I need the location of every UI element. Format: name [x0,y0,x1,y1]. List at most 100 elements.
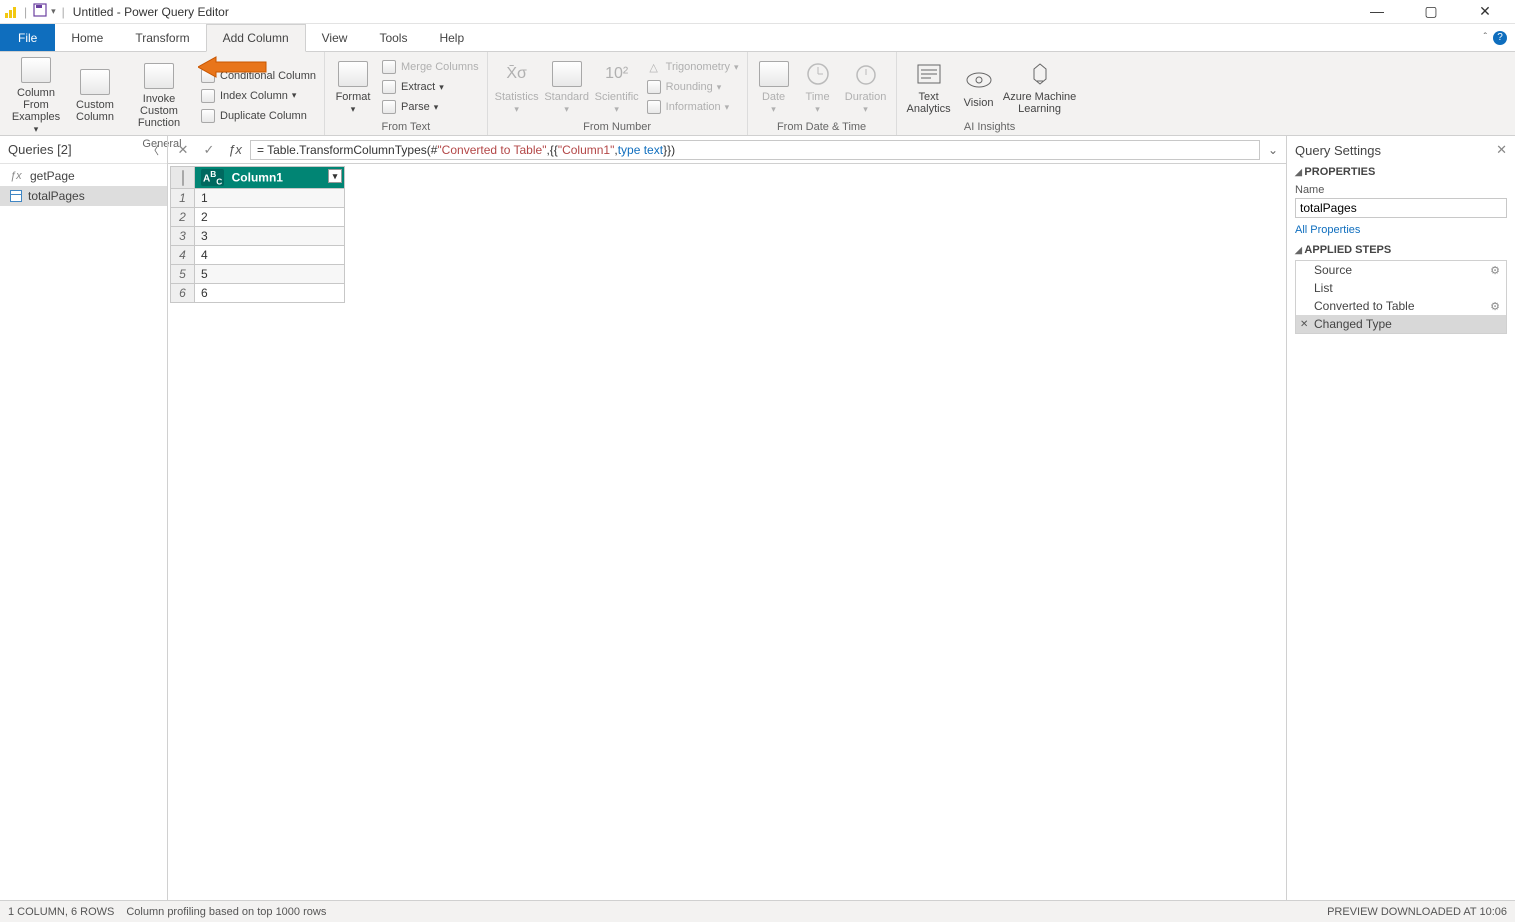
query-item-label: totalPages [28,189,85,203]
status-bar: 1 COLUMN, 6 ROWS Column profiling based … [0,900,1515,922]
index-column-button[interactable]: Index Column [198,87,318,105]
format-button[interactable]: Format ▾ [329,58,377,117]
data-table: ABC Column1 ▾ 112233445566 [170,166,345,303]
cell[interactable]: 6 [195,284,345,303]
parse-button[interactable]: Parse [379,98,481,116]
applied-step[interactable]: Converted to Table⚙ [1296,297,1506,315]
ribbon-group-from-date-time-label: From Date & Time [752,120,892,135]
tab-file[interactable]: File [0,24,55,51]
all-properties-link[interactable]: All Properties [1295,224,1360,236]
table-row[interactable]: 55 [171,265,345,284]
date-icon [758,60,790,88]
query-item-totalpages[interactable]: totalPages [0,186,167,206]
qat-dropdown-icon[interactable]: ▾ [51,6,56,17]
gear-icon[interactable]: ⚙ [1490,264,1500,277]
table-row[interactable]: 66 [171,284,345,303]
close-settings-icon[interactable]: ✕ [1496,142,1507,158]
fx-icon[interactable]: ƒx [224,142,246,157]
column-from-examples-button[interactable]: Column From Examples ▾ [4,54,68,137]
formula-input[interactable]: = Table.TransformColumnTypes(#"Converted… [250,140,1260,160]
conditional-column-button[interactable]: Conditional Column [198,67,318,85]
format-label: Format [336,91,371,103]
tab-help[interactable]: Help [423,24,480,51]
maximize-button[interactable]: ▢ [1413,3,1449,20]
query-item-getpage[interactable]: ƒx getPage [0,166,167,186]
statistics-button[interactable]: X̄σStatistics▾ [492,58,542,117]
name-label: Name [1295,184,1324,196]
custom-column-button[interactable]: Custom Column [68,66,122,125]
applied-step[interactable]: Source⚙ [1296,261,1506,279]
formula-cancel-button[interactable]: ✕ [172,142,194,158]
merge-columns-button[interactable]: Merge Columns [379,58,481,76]
collapse-ribbon-icon[interactable]: ˆ [1484,32,1487,43]
azure-ml-button[interactable]: Azure Machine Learning [1001,58,1079,117]
cell[interactable]: 3 [195,227,345,246]
tab-transform[interactable]: Transform [119,24,205,51]
applied-steps-section-header[interactable]: APPLIED STEPS [1295,244,1507,256]
properties-section-header[interactable]: PROPERTIES [1295,166,1507,178]
date-button[interactable]: Date▾ [752,58,796,117]
trigonometry-button[interactable]: △Trigonometry [644,58,741,76]
statistics-icon: X̄σ [501,60,533,88]
cell[interactable]: 4 [195,246,345,265]
ribbon-group-from-date-time: Date▾ Time▾ Duration▾ From Date & Time [748,52,897,135]
work-area: Queries [2] 〈 ƒx getPage totalPages ✕ ✓ … [0,136,1515,900]
vision-button[interactable]: Vision [957,64,1001,111]
table-icon [182,170,184,186]
table-row[interactable]: 22 [171,208,345,227]
duration-icon [850,60,882,88]
ribbon-collapse-area: ˆ ? [1484,24,1515,51]
save-icon[interactable] [33,3,47,20]
collapse-queries-icon[interactable]: 〈 [148,142,159,158]
vision-icon [963,66,995,94]
extract-button[interactable]: Extract [379,78,481,96]
index-column-icon [200,88,216,104]
gear-icon[interactable]: ⚙ [1490,300,1500,313]
invoke-custom-function-label: Invoke Custom Function [124,93,194,129]
invoke-custom-function-button[interactable]: Invoke Custom Function [122,60,196,131]
column-filter-icon[interactable]: ▾ [328,169,342,183]
query-settings-panel: Query Settings ✕ PROPERTIES Name All Pro… [1287,136,1515,900]
rounding-button[interactable]: Rounding [644,78,741,96]
information-label: Information [666,101,721,113]
tab-home[interactable]: Home [55,24,119,51]
duration-button[interactable]: Duration▾ [840,58,892,117]
applied-step[interactable]: List [1296,279,1506,297]
center-area: ✕ ✓ ƒx = Table.TransformColumnTypes(#"Co… [168,136,1287,900]
table-row[interactable]: 44 [171,246,345,265]
scientific-button[interactable]: 10²Scientific▾ [592,58,642,117]
standard-label: Standard [544,91,589,103]
column-type-icon: ABC [201,169,224,186]
standard-button[interactable]: Standard▾ [542,58,592,117]
text-analytics-button[interactable]: Text Analytics [901,58,957,117]
tab-tools[interactable]: Tools [363,24,423,51]
formula-expand-button[interactable]: ⌄ [1264,143,1282,157]
cell[interactable]: 2 [195,208,345,227]
table-corner[interactable] [171,167,195,189]
table-row[interactable]: 33 [171,227,345,246]
scientific-label: Scientific [595,91,639,103]
duplicate-column-icon [200,108,216,124]
time-button[interactable]: Time▾ [796,58,840,117]
delete-step-icon[interactable]: ✕ [1300,319,1308,330]
column-header[interactable]: ABC Column1 ▾ [195,167,345,189]
tab-add-column[interactable]: Add Column [206,24,306,52]
time-label: Time [806,91,830,103]
status-preview-time: PREVIEW DOWNLOADED AT 10:06 [1327,906,1507,918]
duplicate-column-button[interactable]: Duplicate Column [198,107,318,125]
cell[interactable]: 1 [195,189,345,208]
table-row[interactable]: 11 [171,189,345,208]
information-button[interactable]: Information [644,98,741,116]
cell[interactable]: 5 [195,265,345,284]
window-controls: — ▢ ✕ [1359,3,1511,20]
invoke-custom-function-icon [143,62,175,90]
formula-commit-button[interactable]: ✓ [198,142,220,158]
applied-step[interactable]: ✕Changed Type [1296,315,1506,333]
title-bar: | ▾ | Untitled - Power Query Editor — ▢ … [0,0,1515,24]
help-icon[interactable]: ? [1493,31,1507,45]
query-name-input[interactable] [1295,198,1507,218]
close-button[interactable]: ✕ [1467,3,1503,20]
tab-view[interactable]: View [306,24,364,51]
minimize-button[interactable]: — [1359,3,1395,20]
row-number: 4 [171,246,195,265]
